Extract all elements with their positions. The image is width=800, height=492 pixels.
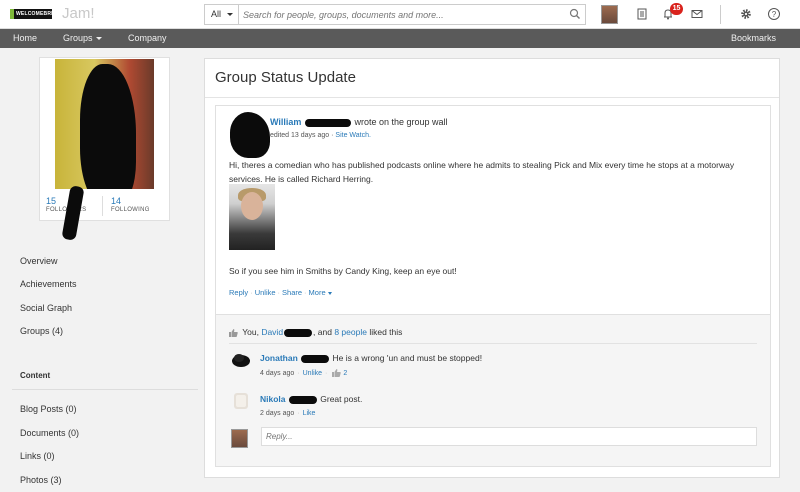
stat-divider xyxy=(102,196,103,216)
nav-groups-label: Groups xyxy=(63,33,93,43)
help-icon[interactable]: ? xyxy=(767,7,781,21)
post-meta: edited 13 days ago · Site Watch. xyxy=(270,132,371,139)
post-body: Hi, theres a comedian who has published … xyxy=(229,160,735,184)
search-scope-dropdown[interactable]: All xyxy=(205,5,239,24)
mail-icon[interactable] xyxy=(690,7,704,21)
redaction-mark xyxy=(301,354,330,363)
thumbs-up-icon xyxy=(332,369,342,377)
svg-text:?: ? xyxy=(772,10,777,19)
title-divider xyxy=(205,97,779,98)
reply-input[interactable] xyxy=(261,427,757,446)
profile-card: 15 FOLLOWERS 14 FOLLOWING xyxy=(39,57,170,221)
site-watch-link[interactable]: Site Watch. xyxy=(335,132,371,139)
search-bar: All xyxy=(204,4,586,25)
action-separator: · xyxy=(304,288,307,297)
left-nav-overview[interactable]: Overview xyxy=(20,256,58,266)
action-separator: · xyxy=(277,288,281,297)
left-nav-achievements[interactable]: Achievements xyxy=(20,279,77,289)
left-nav-social-graph[interactable]: Social Graph xyxy=(20,303,72,313)
comment-meta: 4 days ago · Unlike · 2 xyxy=(260,369,348,377)
meta-separator: · xyxy=(331,132,334,139)
comment-like-count[interactable]: 2 xyxy=(343,370,347,377)
user-avatar[interactable] xyxy=(601,5,618,24)
likes-count-link[interactable]: 8 people xyxy=(334,327,367,337)
comments-section: You, David , and 8 people liked this Jona… xyxy=(216,314,770,466)
likes-middle: , and xyxy=(313,327,332,337)
following-stat[interactable]: 14 FOLLOWING xyxy=(111,196,150,213)
more-label: More xyxy=(308,288,326,297)
search-input[interactable] xyxy=(243,7,563,22)
post-image[interactable] xyxy=(229,184,275,250)
main-nav: Home Groups Company Bookmarks xyxy=(0,29,800,48)
more-menu[interactable]: More xyxy=(309,288,332,297)
chevron-down-icon xyxy=(227,13,233,16)
redaction-mark xyxy=(288,395,317,404)
comment-unlike-link[interactable]: Unlike xyxy=(303,370,322,377)
left-nav-links[interactable]: Links (0) xyxy=(20,451,55,461)
thumbs-up-icon xyxy=(229,328,238,337)
reply-link[interactable]: Reply xyxy=(229,288,248,297)
unlike-link[interactable]: Unlike xyxy=(255,288,276,297)
redaction-mark xyxy=(80,64,136,189)
post-timestamp: edited 13 days ago xyxy=(270,132,330,139)
comment-author-link[interactable]: Jonathan xyxy=(260,353,298,363)
gear-icon[interactable] xyxy=(739,7,753,21)
action-separator: · xyxy=(250,288,253,297)
liker-link[interactable]: David xyxy=(261,327,283,337)
likes-divider xyxy=(229,343,757,344)
nav-groups[interactable]: Groups xyxy=(63,29,102,48)
nav-bookmarks[interactable]: Bookmarks xyxy=(731,29,776,48)
comment-timestamp: 4 days ago xyxy=(260,369,295,377)
content-heading: Content xyxy=(20,371,51,380)
likes-summary: You, David , and 8 people liked this xyxy=(229,327,402,337)
top-bar: WELCOMEBREAK Jam! All 15 ? xyxy=(0,0,800,29)
commenter-avatar[interactable] xyxy=(231,349,251,369)
post-actions: Reply · Unlike · Share · More xyxy=(229,288,332,297)
company-logo[interactable]: WELCOMEBREAK xyxy=(10,9,52,19)
chevron-down-icon xyxy=(327,291,332,295)
redaction-mark xyxy=(284,328,313,337)
comment-timestamp: 2 days ago xyxy=(260,410,295,417)
toolbar-divider xyxy=(720,5,721,24)
commenter-avatar[interactable] xyxy=(231,390,251,410)
likes-suffix: liked this xyxy=(369,327,403,337)
main-panel: Group Status Update William wrote on the… xyxy=(204,58,780,478)
image-detail xyxy=(241,192,263,220)
search-scope-label: All xyxy=(211,9,222,19)
post-header: William wrote on the group wall xyxy=(270,117,448,127)
left-divider xyxy=(12,389,198,390)
likes-prefix: You, xyxy=(242,327,259,337)
notification-badge: 15 xyxy=(670,3,683,15)
comment-body: Great post. xyxy=(320,394,363,404)
left-nav-blog-posts[interactable]: Blog Posts (0) xyxy=(20,404,77,414)
comment-like-link[interactable]: Like xyxy=(303,410,316,417)
following-label: FOLLOWING xyxy=(111,207,150,213)
reply-avatar xyxy=(231,429,248,448)
post-footer-text: So if you see him in Smiths by Candy Kin… xyxy=(229,266,457,276)
comment-body: He is a wrong 'un and must be stopped! xyxy=(332,353,483,363)
profile-photo[interactable] xyxy=(55,59,154,189)
left-nav-photos[interactable]: Photos (3) xyxy=(20,475,62,485)
comment-meta: 2 days ago · Like xyxy=(260,410,316,417)
tasks-icon[interactable] xyxy=(635,7,649,21)
left-nav-documents[interactable]: Documents (0) xyxy=(20,428,79,438)
search-icon[interactable] xyxy=(569,8,581,20)
share-link[interactable]: Share xyxy=(282,288,302,297)
nav-company[interactable]: Company xyxy=(128,29,167,48)
app-name[interactable]: Jam! xyxy=(62,5,95,22)
comment-text: Jonathan He is a wrong 'un and must be s… xyxy=(260,353,482,363)
left-nav-groups[interactable]: Groups (4) xyxy=(20,326,63,336)
following-count: 14 xyxy=(111,196,122,206)
redaction-mark xyxy=(304,118,351,127)
comment-text: Nikola Great post. xyxy=(260,394,362,404)
post-author-link[interactable]: William xyxy=(270,117,301,127)
chevron-down-icon xyxy=(95,37,102,41)
poster-avatar[interactable] xyxy=(230,112,270,158)
profile-stats: 15 FOLLOWERS 14 FOLLOWING xyxy=(40,191,169,221)
status-post: William wrote on the group wall edited 1… xyxy=(215,105,771,467)
post-action-text: wrote on the group wall xyxy=(354,117,448,127)
page-title: Group Status Update xyxy=(215,69,356,86)
nav-home[interactable]: Home xyxy=(13,29,37,48)
comment-author-link[interactable]: Nikola xyxy=(260,394,286,404)
